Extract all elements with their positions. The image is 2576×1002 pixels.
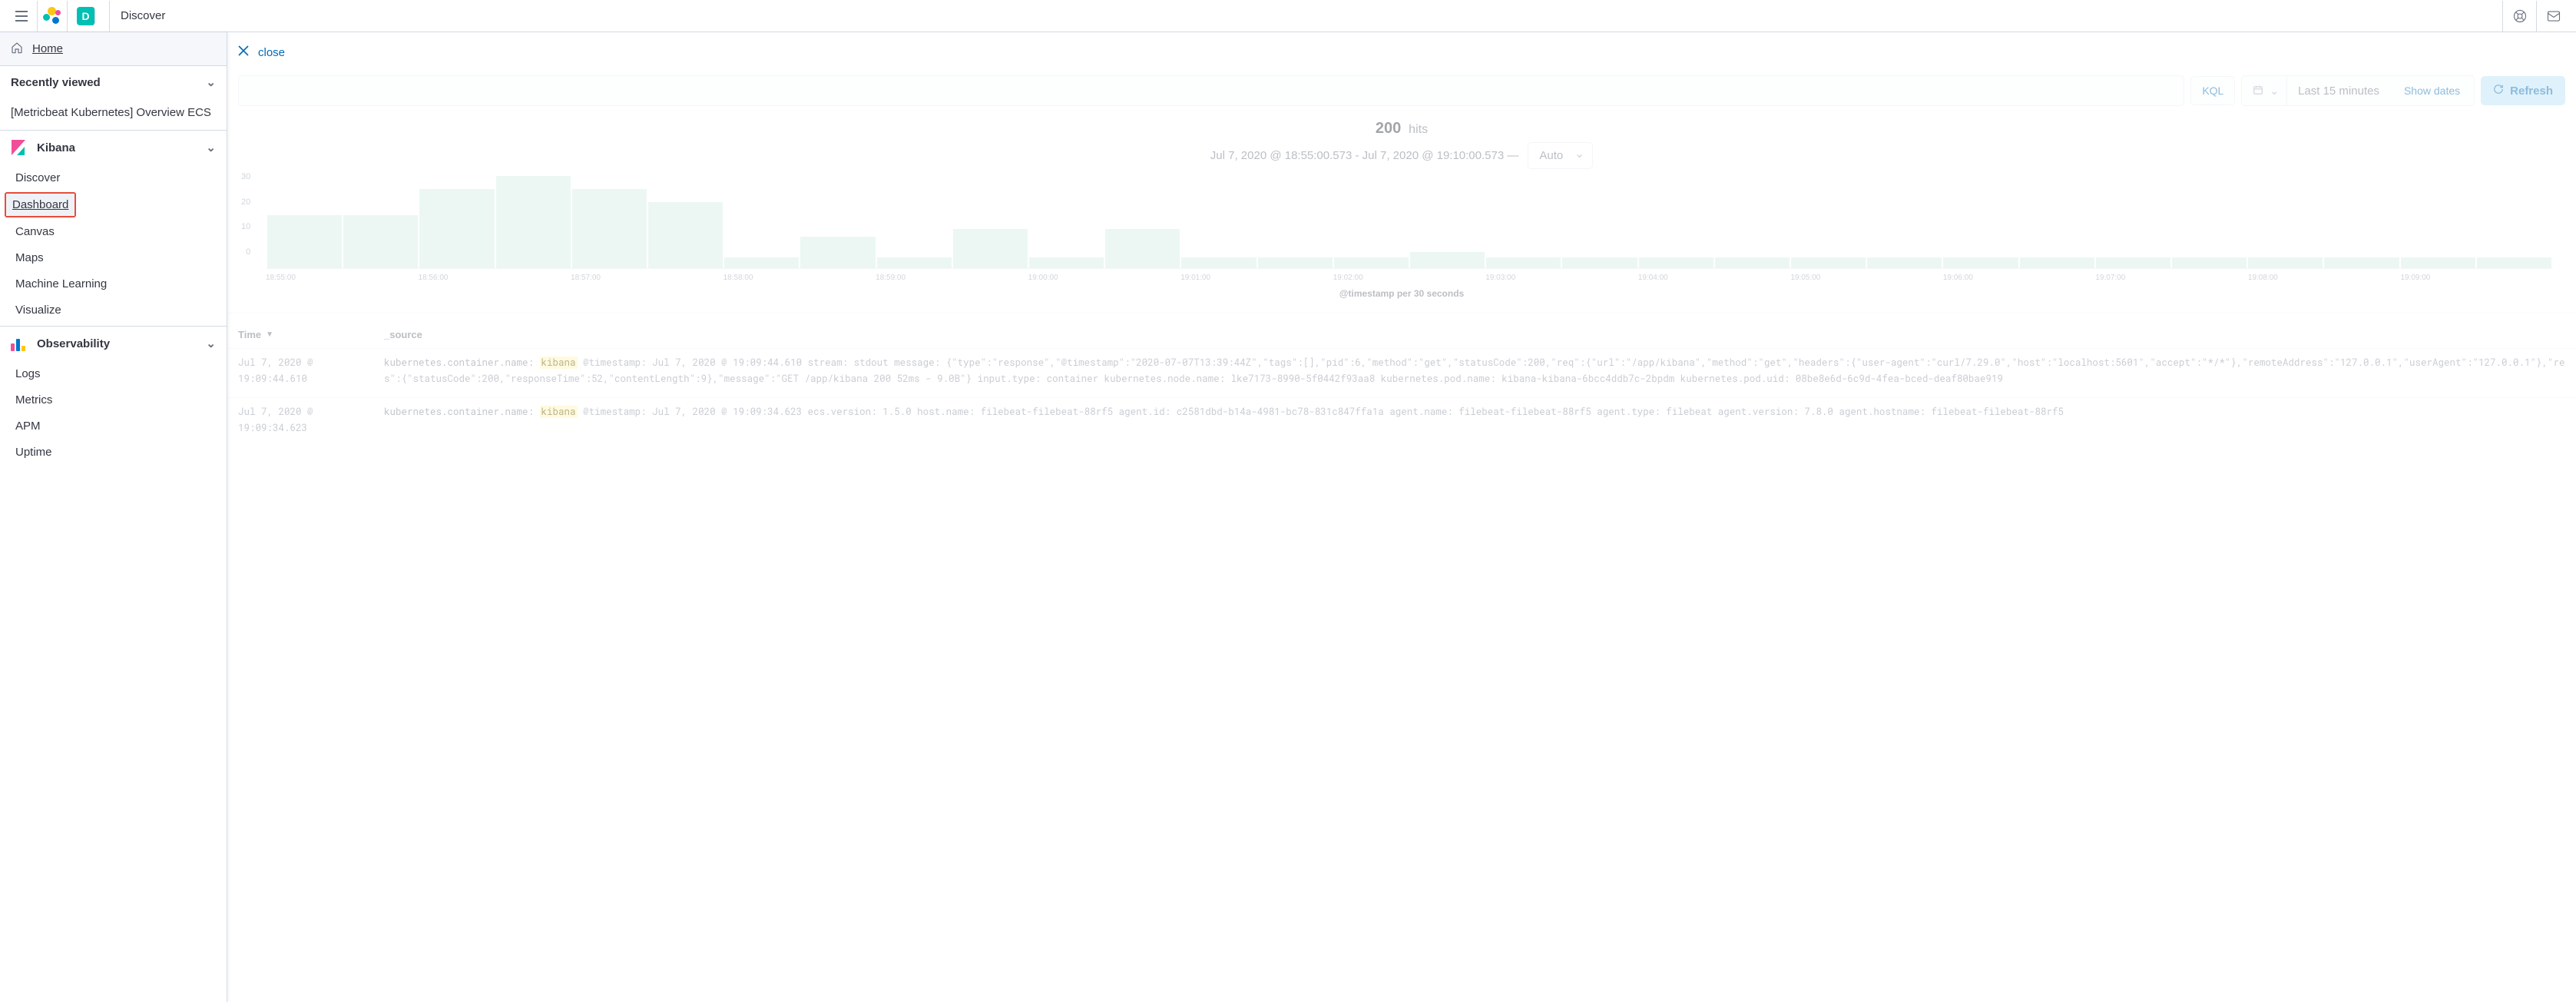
- nav-section-kibana[interactable]: Kibana ⌄: [0, 131, 227, 164]
- doc-table-header: Time ▼ _source: [227, 313, 2576, 348]
- time-range-row: Jul 7, 2020 @ 18:55:00.573 - Jul 7, 2020…: [227, 142, 2576, 169]
- close-drawer-link[interactable]: close: [258, 46, 285, 59]
- search-input[interactable]: [238, 75, 2184, 106]
- menu-hamburger-button[interactable]: [6, 1, 37, 32]
- chart-bar[interactable]: [648, 202, 723, 268]
- sort-down-icon: ▼: [266, 330, 273, 339]
- chart-bar[interactable]: [953, 229, 1028, 268]
- nav-item-ml[interactable]: Machine Learning: [5, 271, 222, 297]
- nav-item-canvas[interactable]: Canvas: [5, 219, 222, 244]
- observability-logo-icon: [11, 336, 26, 351]
- chart-bar[interactable]: [2324, 257, 2399, 268]
- chart-bar[interactable]: [572, 189, 647, 268]
- nav-sidebar: Home Recently viewed ⌄ [Metricbeat Kuber…: [0, 32, 227, 1002]
- chart-bar[interactable]: [2401, 257, 2475, 268]
- chart-bar[interactable]: [724, 257, 799, 268]
- kibana-logo-icon: [11, 140, 26, 155]
- refresh-button[interactable]: Refresh: [2481, 76, 2565, 105]
- chart-bar[interactable]: [1410, 252, 1485, 268]
- chart-bar[interactable]: [1943, 257, 2018, 268]
- cell-time: Jul 7, 2020 @ 19:09:44.610: [238, 355, 384, 388]
- nav-item-dashboard[interactable]: Dashboard: [6, 194, 74, 216]
- kql-toggle[interactable]: KQL: [2190, 76, 2235, 105]
- chart-bar[interactable]: [877, 257, 952, 268]
- nav-item-apm[interactable]: APM: [5, 413, 222, 439]
- histogram-chart[interactable]: 3020100 18:55:0018:56:0018:57:0018:58:00…: [227, 169, 2576, 299]
- nav-section-observability[interactable]: Observability ⌄: [0, 327, 227, 360]
- chevron-down-icon: ⌄: [206, 337, 216, 350]
- chevron-down-icon: ⌄: [206, 75, 216, 89]
- chart-bar[interactable]: [2096, 257, 2170, 268]
- nav-item-logs[interactable]: Logs: [5, 361, 222, 387]
- chart-bar[interactable]: [800, 237, 875, 268]
- elastic-logo[interactable]: [37, 1, 68, 32]
- hits-label: hits: [1409, 123, 1428, 136]
- hits-count: 200: [1376, 120, 1401, 137]
- nav-item-metrics[interactable]: Metrics: [5, 387, 222, 413]
- chart-bar[interactable]: [1258, 257, 1333, 268]
- chart-bar[interactable]: [2477, 257, 2551, 268]
- chart-bar[interactable]: [496, 176, 571, 268]
- table-row[interactable]: Jul 7, 2020 @ 19:09:34.623kubernetes.con…: [227, 397, 2576, 446]
- nav-home[interactable]: Home: [0, 32, 227, 66]
- chart-bar[interactable]: [1105, 229, 1180, 268]
- app-badge: D: [77, 7, 95, 25]
- home-icon: [11, 41, 23, 56]
- help-icon[interactable]: [2502, 1, 2536, 32]
- time-range-value: Jul 7, 2020 @ 18:55:00.573 - Jul 7, 2020…: [1210, 149, 1519, 162]
- refresh-icon: [2493, 84, 2504, 98]
- close-drawer-icon[interactable]: [238, 45, 249, 60]
- chart-bar[interactable]: [1486, 257, 1561, 268]
- chart-bar[interactable]: [2248, 257, 2323, 268]
- nav-item-maps[interactable]: Maps: [5, 245, 222, 270]
- chart-bar[interactable]: [1639, 257, 1713, 268]
- interval-select[interactable]: Auto: [1528, 142, 1593, 169]
- chart-bar[interactable]: [1334, 257, 1409, 268]
- chevron-down-icon: ⌄: [2270, 85, 2279, 98]
- chart-bar[interactable]: [1791, 257, 1866, 268]
- top-header: D Discover: [0, 0, 2576, 32]
- app-name: Discover: [110, 9, 176, 22]
- column-header-time[interactable]: Time ▼: [238, 329, 384, 340]
- calendar-icon: [2253, 85, 2263, 98]
- nav-item-discover[interactable]: Discover: [5, 165, 222, 191]
- table-row[interactable]: Jul 7, 2020 @ 19:09:44.610kubernetes.con…: [227, 348, 2576, 397]
- chart-bar[interactable]: [1715, 257, 1790, 268]
- highlight-dashboard: Dashboard: [5, 192, 76, 217]
- query-bar: KQL ⌄ Last 15 minutes Show dates Refresh: [227, 72, 2576, 114]
- nav-item-visualize[interactable]: Visualize: [5, 297, 222, 323]
- y-axis: 3020100: [241, 172, 250, 257]
- chart-bar[interactable]: [1181, 257, 1256, 268]
- column-header-source[interactable]: _source: [384, 329, 2565, 340]
- chart-bar[interactable]: [267, 215, 342, 268]
- chart-xlabel: @timestamp per 30 seconds: [250, 288, 2553, 299]
- chart-bars: [266, 177, 2553, 269]
- show-dates-link[interactable]: Show dates: [2393, 85, 2471, 97]
- recent-item-metricbeat-k8s[interactable]: [Metricbeat Kubernetes] Overview ECS: [0, 98, 227, 127]
- x-axis: 18:55:0018:56:0018:57:0018:58:0018:59:00…: [266, 274, 2553, 282]
- chart-bar[interactable]: [2172, 257, 2247, 268]
- cell-source: kubernetes.container.name: kibana @times…: [384, 404, 2565, 437]
- chart-bar[interactable]: [419, 189, 494, 268]
- cell-source: kubernetes.container.name: kibana @times…: [384, 355, 2565, 388]
- time-picker[interactable]: ⌄ Last 15 minutes Show dates: [2241, 75, 2475, 106]
- nav-section-recent[interactable]: Recently viewed ⌄: [0, 66, 227, 98]
- hits-summary: 200 hits: [227, 120, 2576, 138]
- chart-bar[interactable]: [1562, 257, 1637, 268]
- nav-item-uptime[interactable]: Uptime: [5, 440, 222, 465]
- cell-time: Jul 7, 2020 @ 19:09:34.623: [238, 404, 384, 437]
- chevron-down-icon: ⌄: [206, 141, 216, 154]
- time-range-text: Last 15 minutes: [2290, 85, 2390, 98]
- chart-bar[interactable]: [2020, 257, 2094, 268]
- chart-bar[interactable]: [1867, 257, 1942, 268]
- chart-bar[interactable]: [1029, 257, 1104, 268]
- main-content: close KQL ⌄ Last 15 minutes Show dates R…: [227, 32, 2576, 1002]
- newsfeed-icon[interactable]: [2536, 1, 2570, 32]
- nav-home-label: Home: [32, 42, 63, 55]
- chart-bar[interactable]: [343, 215, 418, 268]
